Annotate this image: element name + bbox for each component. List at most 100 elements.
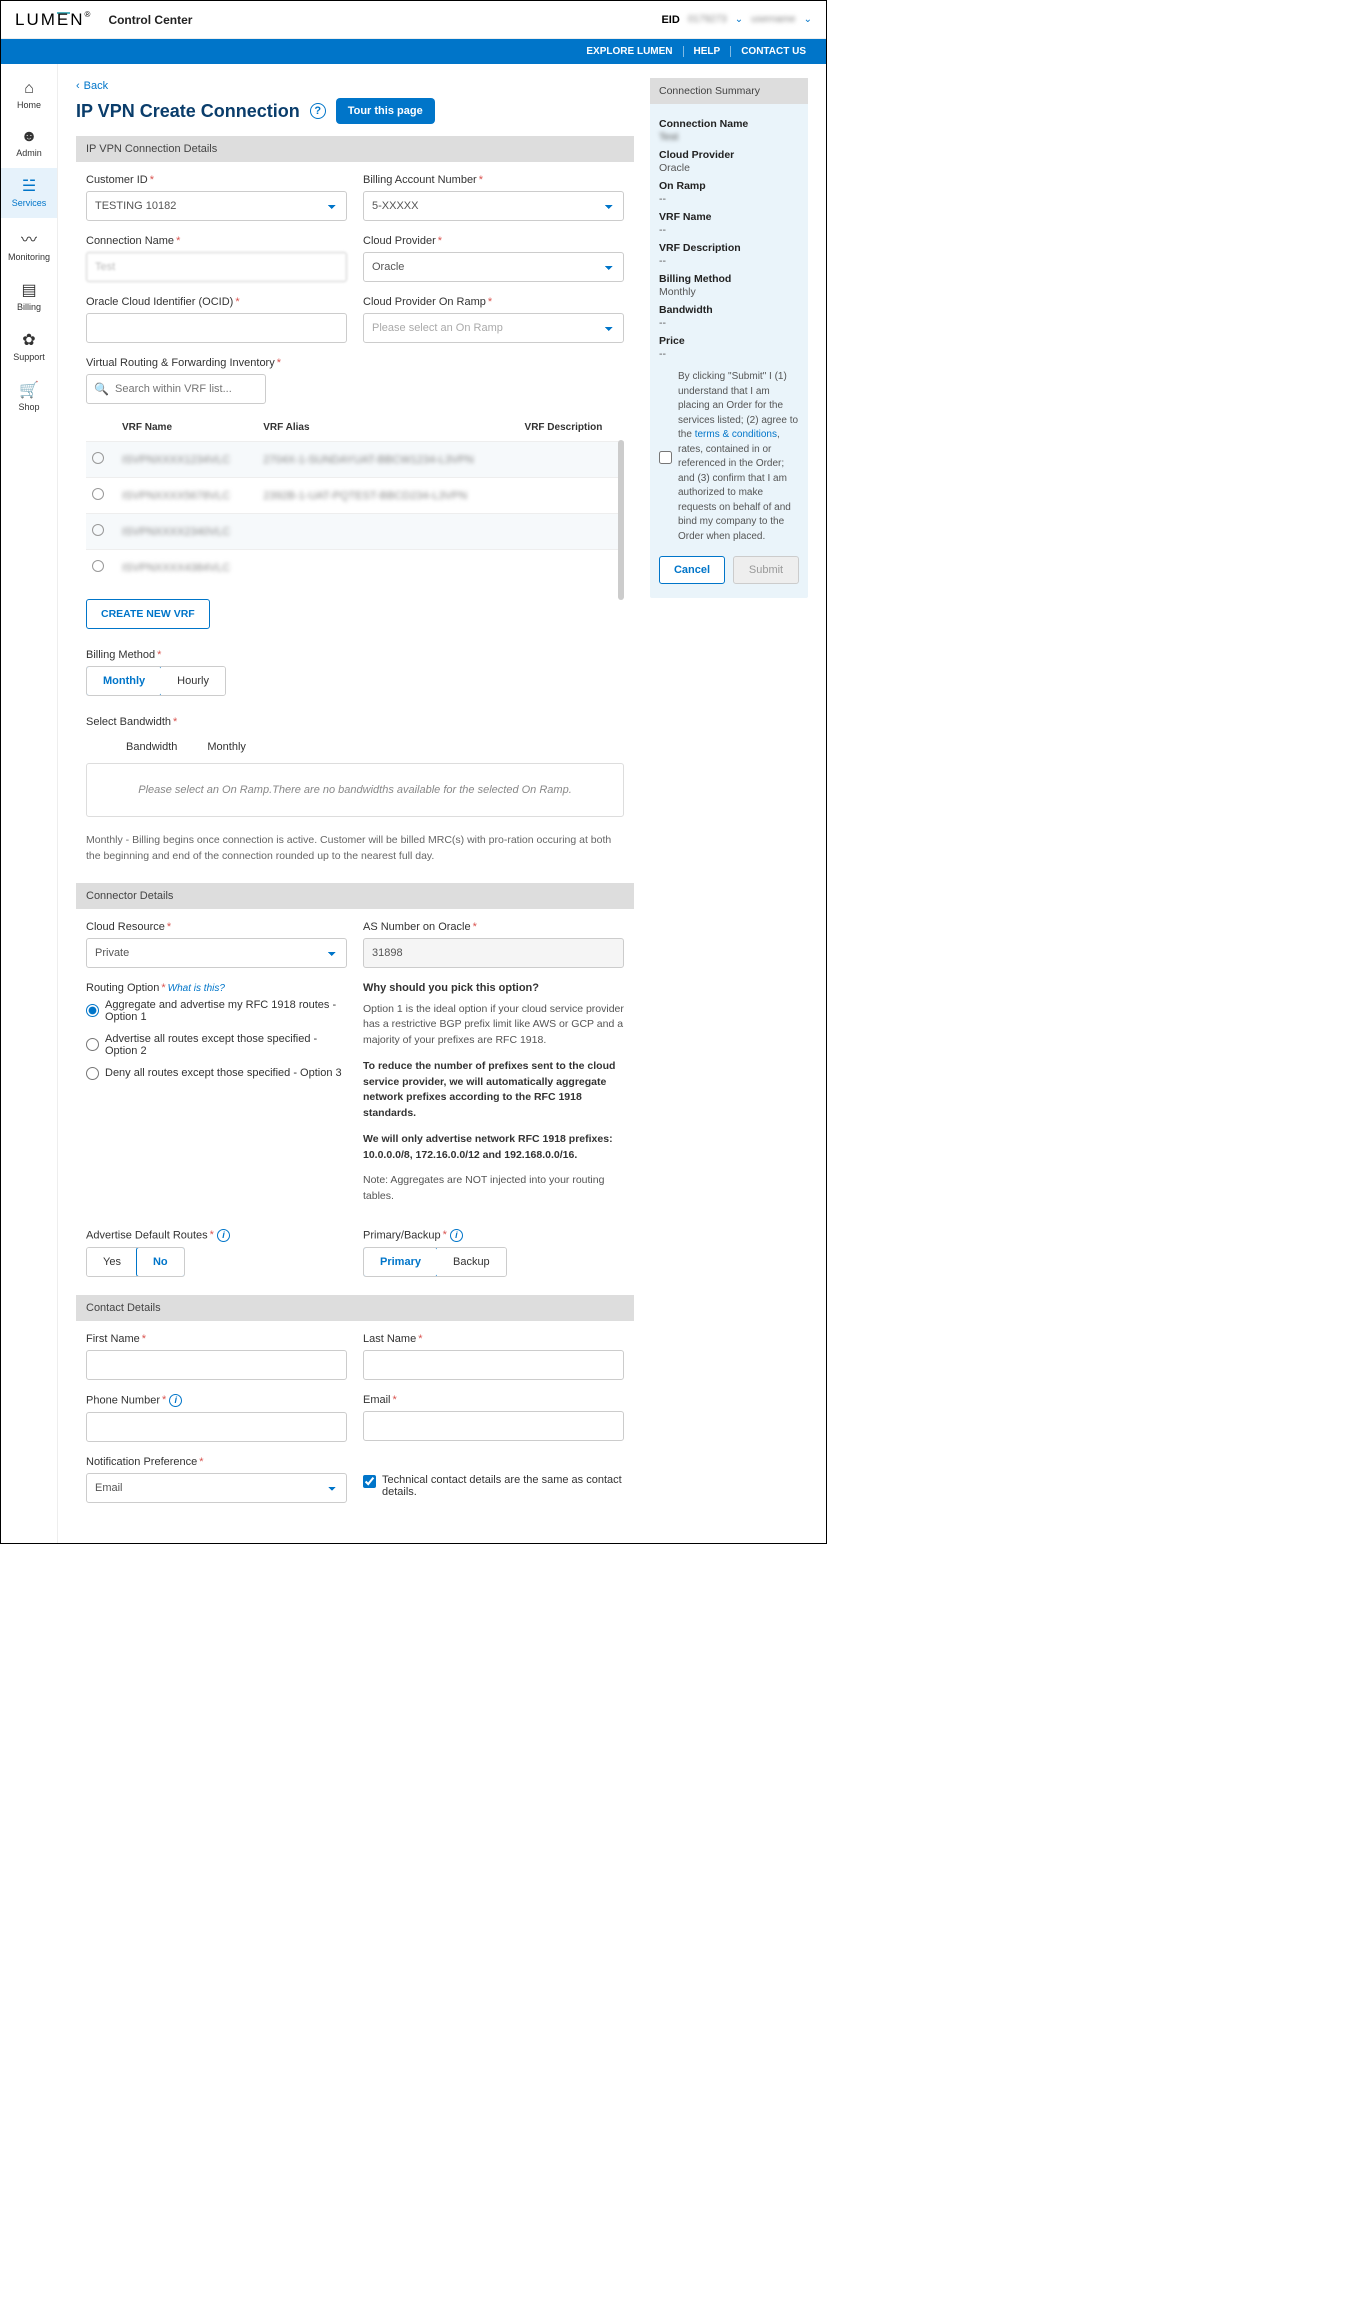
first-name-label: First Name* — [86, 1333, 347, 1345]
connection-name-label: Connection Name* — [86, 235, 347, 247]
why-text-3: We will only advertise network RFC 1918 … — [363, 1132, 624, 1164]
eid-value: 0179273 — [688, 14, 727, 25]
routing-opt1[interactable]: Aggregate and advertise my RFC 1918 rout… — [86, 999, 347, 1023]
contact-link[interactable]: CONTACT US — [730, 46, 816, 57]
customer-id-select[interactable]: TESTING 10182 — [86, 191, 347, 221]
info-icon[interactable]: i — [169, 1394, 182, 1407]
section-contact-details: Contact Details — [76, 1295, 634, 1321]
app-title: Control Center — [108, 13, 192, 27]
sum-cn-lbl: Connection Name — [659, 118, 799, 130]
user-menu[interactable]: username — [751, 14, 795, 25]
nav-home[interactable]: ⌂Home — [1, 72, 57, 120]
nav-billing[interactable]: ▤Billing — [1, 272, 57, 322]
vrf-scrollbar[interactable] — [618, 440, 624, 600]
section-connection-details: IP VPN Connection Details — [76, 136, 634, 162]
nav-services[interactable]: ☱Services — [1, 168, 57, 218]
back-link[interactable]: ‹Back — [76, 80, 108, 92]
adr-toggle: Yes No — [86, 1247, 185, 1277]
sum-bm-val: Monthly — [659, 286, 799, 298]
vrf-row[interactable]: ISVPNXXXX5678VLC2392B-1-UAT-PQTEST-BBCD2… — [86, 478, 624, 514]
routing-opt2[interactable]: Advertise all routes except those specif… — [86, 1033, 347, 1057]
user-dropdown-icon[interactable]: ⌄ — [804, 14, 812, 25]
side-nav: ⌂Home ☻Admin ☱Services 〰Monitoring ▤Bill… — [1, 64, 58, 1543]
routing-radio-1[interactable] — [86, 1004, 99, 1017]
nav-shop[interactable]: 🛒Shop — [1, 372, 57, 422]
help-icon[interactable]: ? — [310, 103, 326, 119]
consent-checkbox[interactable] — [659, 371, 672, 544]
routing-radio-3[interactable] — [86, 1067, 99, 1080]
phone-label: Phone Number*i — [86, 1394, 347, 1407]
summary-title: Connection Summary — [650, 78, 808, 104]
first-name-input[interactable] — [86, 1350, 347, 1380]
onramp-select[interactable]: Please select an On Ramp — [363, 313, 624, 343]
last-name-input[interactable] — [363, 1350, 624, 1380]
billing-method-toggle: Monthly Hourly — [86, 666, 226, 696]
top-header: LUMEN® Control Center EID 0179273 ⌄ user… — [1, 1, 826, 39]
lumen-logo: LUMEN® — [15, 10, 90, 30]
pb-primary[interactable]: Primary — [363, 1247, 438, 1277]
submit-button[interactable]: Submit — [733, 556, 799, 584]
ocid-input[interactable] — [86, 313, 347, 343]
info-icon[interactable]: i — [217, 1229, 230, 1242]
help-link[interactable]: HELP — [683, 46, 731, 57]
notif-pref-select[interactable]: Email — [86, 1473, 347, 1503]
vrf-radio[interactable] — [92, 560, 104, 572]
cloud-resource-select[interactable]: Private — [86, 938, 347, 968]
ban-select[interactable]: 5-XXXXX — [363, 191, 624, 221]
adr-no[interactable]: No — [136, 1247, 185, 1277]
vrf-row[interactable]: ISVPNXXXX2340VLC — [86, 514, 624, 550]
consent-row: By clicking "Submit" I (1) understand th… — [659, 370, 799, 544]
sum-vd-val: -- — [659, 255, 799, 267]
sum-cp-lbl: Cloud Provider — [659, 149, 799, 161]
sum-vn-val: -- — [659, 224, 799, 236]
billing-hourly-option[interactable]: Hourly — [161, 667, 225, 695]
adr-label: Advertise Default Routes*i — [86, 1229, 347, 1242]
tour-button[interactable]: Tour this page — [336, 98, 435, 124]
billing-icon: ▤ — [21, 280, 36, 300]
vrf-radio[interactable] — [92, 452, 104, 464]
sum-bw-val: -- — [659, 317, 799, 329]
connection-name-input[interactable] — [86, 252, 347, 282]
asn-input — [363, 938, 624, 968]
services-icon: ☱ — [22, 176, 36, 196]
vrf-radio[interactable] — [92, 524, 104, 536]
billing-monthly-option[interactable]: Monthly — [86, 666, 162, 696]
cancel-button[interactable]: Cancel — [659, 556, 725, 584]
last-name-label: Last Name* — [363, 1333, 624, 1345]
create-vrf-button[interactable]: CREATE NEW VRF — [86, 599, 210, 629]
why-heading: Why should you pick this option? — [363, 982, 624, 994]
nav-support[interactable]: ✿Support — [1, 322, 57, 372]
nav-monitoring[interactable]: 〰Monitoring — [1, 218, 57, 272]
onramp-label: Cloud Provider On Ramp* — [363, 296, 624, 308]
vrf-row[interactable]: ISVPNXXXX4384VLC — [86, 550, 624, 586]
sum-pr-lbl: Price — [659, 335, 799, 347]
vrf-row[interactable]: ISVPNXXXX1234VLC2704X-1-SUNDAYUAT-BBCW12… — [86, 442, 624, 478]
phone-input[interactable] — [86, 1412, 347, 1442]
eid-dropdown-icon[interactable]: ⌄ — [735, 14, 743, 25]
why-text-4: Note: Aggregates are NOT injected into y… — [363, 1173, 624, 1205]
routing-radio-2[interactable] — [86, 1038, 99, 1051]
monitoring-icon: 〰 — [21, 226, 37, 250]
sum-bw-lbl: Bandwidth — [659, 304, 799, 316]
bw-col-bandwidth: Bandwidth — [126, 741, 177, 753]
same-contact-checkbox[interactable] — [363, 1475, 376, 1488]
terms-link[interactable]: terms & conditions — [695, 429, 777, 440]
email-input[interactable] — [363, 1411, 624, 1441]
cloud-provider-select[interactable]: Oracle — [363, 252, 624, 282]
bandwidth-empty-msg: Please select an On Ramp.There are no ba… — [86, 763, 624, 817]
pb-backup[interactable]: Backup — [437, 1248, 506, 1276]
adr-yes[interactable]: Yes — [87, 1248, 137, 1276]
nav-admin[interactable]: ☻Admin — [1, 120, 57, 168]
why-text-2: To reduce the number of prefixes sent to… — [363, 1059, 624, 1122]
what-is-this-link[interactable]: What is this? — [168, 983, 225, 994]
utility-bar: EXPLORE LUMEN HELP CONTACT US — [1, 39, 826, 64]
routing-opt3[interactable]: Deny all routes except those specified -… — [86, 1067, 347, 1080]
search-icon: 🔍 — [94, 382, 109, 396]
vrf-search-input[interactable] — [86, 374, 266, 404]
vrf-radio[interactable] — [92, 488, 104, 500]
sum-cn-val: Test — [659, 131, 799, 143]
info-icon[interactable]: i — [450, 1229, 463, 1242]
page-title: IP VPN Create Connection — [76, 101, 300, 122]
customer-id-label: Customer ID* — [86, 174, 347, 186]
explore-link[interactable]: EXPLORE LUMEN — [576, 46, 682, 57]
